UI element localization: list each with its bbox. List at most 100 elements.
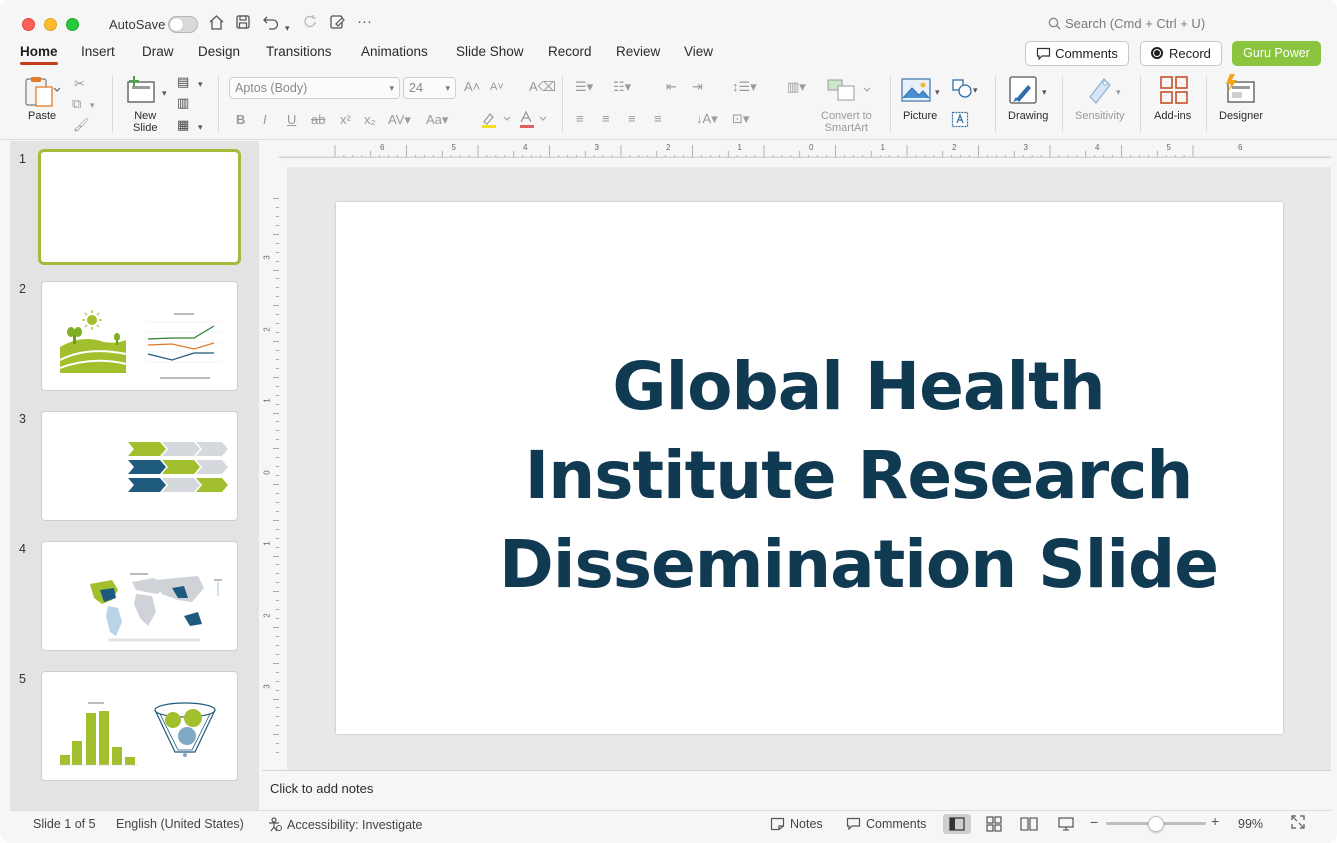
underline-icon[interactable]: U [287,112,296,128]
sensitivity-icon[interactable] [1086,75,1114,110]
picture-icon[interactable] [901,78,931,107]
undo-dropdown-icon[interactable]: ▾ [285,18,290,38]
font-color-icon[interactable] [518,110,550,132]
redo-icon[interactable] [302,14,318,36]
tab-home[interactable]: Home [20,44,58,65]
increase-indent-icon[interactable]: ⇥ [692,79,703,95]
align-right-icon[interactable]: ≡ [628,111,636,127]
slide-thumbnail-5[interactable] [41,671,238,781]
convert-smartart-icon[interactable] [826,76,871,107]
copy-dropdown-icon[interactable]: ▾ [90,97,95,113]
search-box[interactable]: Search (Cmd + Ctrl + U) [1048,16,1205,31]
slide-thumbnail-4[interactable] [41,541,238,651]
fit-to-window-icon[interactable] [1290,814,1306,835]
shapes-dropdown-icon[interactable]: ▾ [973,82,978,98]
tab-design[interactable]: Design [198,44,240,59]
columns-icon[interactable]: ▥▾ [787,79,806,95]
grow-font-icon[interactable]: A˄ [464,79,480,95]
slide-thumbnail-3[interactable] [41,411,238,521]
cut-icon[interactable]: ✂ [74,76,85,92]
ruler-label: 0 [809,143,814,152]
section-dropdown-icon[interactable]: ▾ [198,119,203,135]
new-slide-dropdown-icon[interactable]: ▾ [162,85,167,101]
text-direction-icon[interactable]: ↓A▾ [696,111,718,127]
zoom-in-icon[interactable]: + [1211,813,1219,829]
line-spacing-icon[interactable]: ↕☰▾ [732,79,757,95]
minimize-window-button[interactable] [44,18,57,31]
sensitivity-dropdown-icon[interactable]: ▾ [1116,84,1121,100]
text-box-icon[interactable] [951,111,969,133]
align-text-icon[interactable]: ⊡▾ [732,111,749,127]
tab-insert[interactable]: Insert [81,44,115,59]
tab-view[interactable]: View [684,44,713,59]
current-slide[interactable]: Global Health Institute Research Dissemi… [336,202,1283,734]
tab-animations[interactable]: Animations [361,44,428,59]
tab-review[interactable]: Review [616,44,660,59]
ruler-tick [273,734,279,736]
autosave-toggle[interactable] [168,16,198,33]
tab-slide-show[interactable]: Slide Show [456,44,524,59]
italic-icon[interactable]: I [263,112,267,128]
slide-show-button[interactable] [1052,814,1080,834]
slide-sorter-button[interactable] [980,814,1008,834]
save-icon[interactable] [235,14,251,36]
slide-thumbnail-1[interactable] [38,149,241,265]
accessibility-status[interactable]: Accessibility: Investigate [267,817,422,832]
bullets-icon[interactable]: ☰▾ [575,79,593,95]
tab-transitions[interactable]: Transitions [266,44,332,59]
undo-icon[interactable] [262,14,280,36]
shapes-icon[interactable] [951,78,973,103]
format-painter-icon[interactable]: 🖌 [73,117,90,133]
subscript-icon[interactable]: x₂ [364,112,376,128]
align-center-icon[interactable]: ≡ [602,111,610,127]
close-window-button[interactable] [22,18,35,31]
slide-thumbnail-2[interactable] [41,281,238,391]
zoom-out-icon[interactable]: − [1090,814,1098,830]
picture-dropdown-icon[interactable]: ▾ [935,84,940,100]
slide-title[interactable]: Global Health Institute Research Dissemi… [336,342,1283,609]
add-ins-icon[interactable] [1159,75,1189,110]
layout-dropdown-icon[interactable]: ▾ [198,76,203,92]
copy-icon[interactable]: ⧉ [72,96,81,112]
numbering-icon[interactable]: ☷▾ [613,79,631,95]
tab-draw[interactable]: Draw [142,44,174,59]
guru-power-button[interactable]: Guru Power [1232,41,1321,66]
highlight-icon[interactable] [480,110,512,132]
decrease-indent-icon[interactable]: ⇤ [666,79,677,95]
align-left-icon[interactable]: ≡ [576,111,584,127]
customize-icon[interactable] [329,14,346,36]
clear-formatting-icon[interactable]: A⌫ [529,79,556,95]
section-icon[interactable]: ▦ [177,117,189,133]
language-indicator[interactable]: English (United States) [116,817,244,831]
comments-toggle[interactable]: Comments [846,817,926,831]
maximize-window-button[interactable] [66,18,79,31]
bold-icon[interactable]: B [236,112,245,128]
justify-icon[interactable]: ≡ [654,111,662,127]
more-icon[interactable]: ··· [357,12,372,32]
home-icon[interactable] [208,14,225,37]
character-spacing-icon[interactable]: AV▾ [388,112,411,128]
record-button[interactable]: Record [1140,41,1222,66]
tab-record[interactable]: Record [548,44,592,59]
comments-button[interactable]: Comments [1025,41,1129,66]
normal-view-button[interactable] [943,814,971,834]
reading-view-button[interactable] [1015,814,1043,834]
strikethrough-icon[interactable]: ab [311,112,325,128]
change-case-icon[interactable]: Aa▾ [426,112,448,128]
superscript-icon[interactable]: x² [340,112,351,128]
ruler-tick [276,501,279,503]
designer-icon[interactable] [1224,74,1258,111]
new-slide-icon[interactable] [126,75,160,110]
drawing-dropdown-icon[interactable]: ▾ [1042,84,1047,100]
reset-icon[interactable]: ▥ [177,95,189,111]
zoom-slider-handle[interactable] [1148,816,1164,832]
font-name-select[interactable]: Aptos (Body) ▾ [229,77,400,99]
paste-icon[interactable] [24,76,61,113]
notes-pane[interactable]: Click to add notes [262,770,1331,810]
layout-icon[interactable]: ▤ [177,74,189,90]
zoom-level[interactable]: 99% [1238,817,1263,831]
font-size-select[interactable]: 24 ▾ [403,77,456,99]
notes-toggle[interactable]: Notes [770,817,823,831]
shrink-font-icon[interactable]: A˅ [490,79,504,95]
drawing-icon[interactable] [1008,75,1040,112]
